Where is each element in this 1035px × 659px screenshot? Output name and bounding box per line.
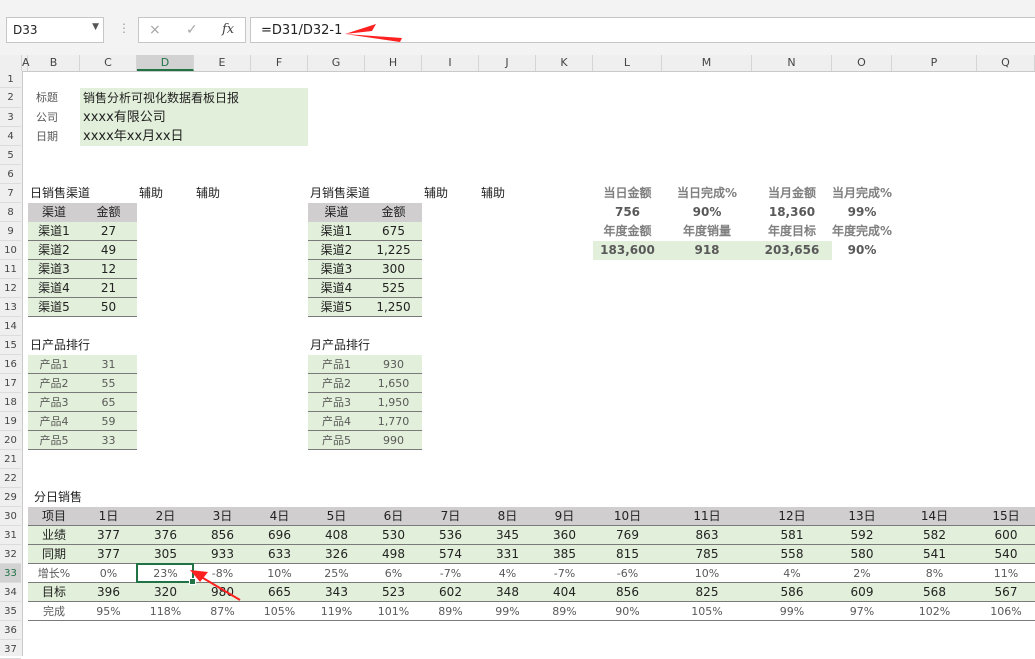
annotation-arrows — [190, 24, 402, 601]
arrow-icon — [345, 34, 402, 42]
arrow-icon — [197, 574, 241, 601]
arrow-head-icon — [345, 24, 376, 34]
